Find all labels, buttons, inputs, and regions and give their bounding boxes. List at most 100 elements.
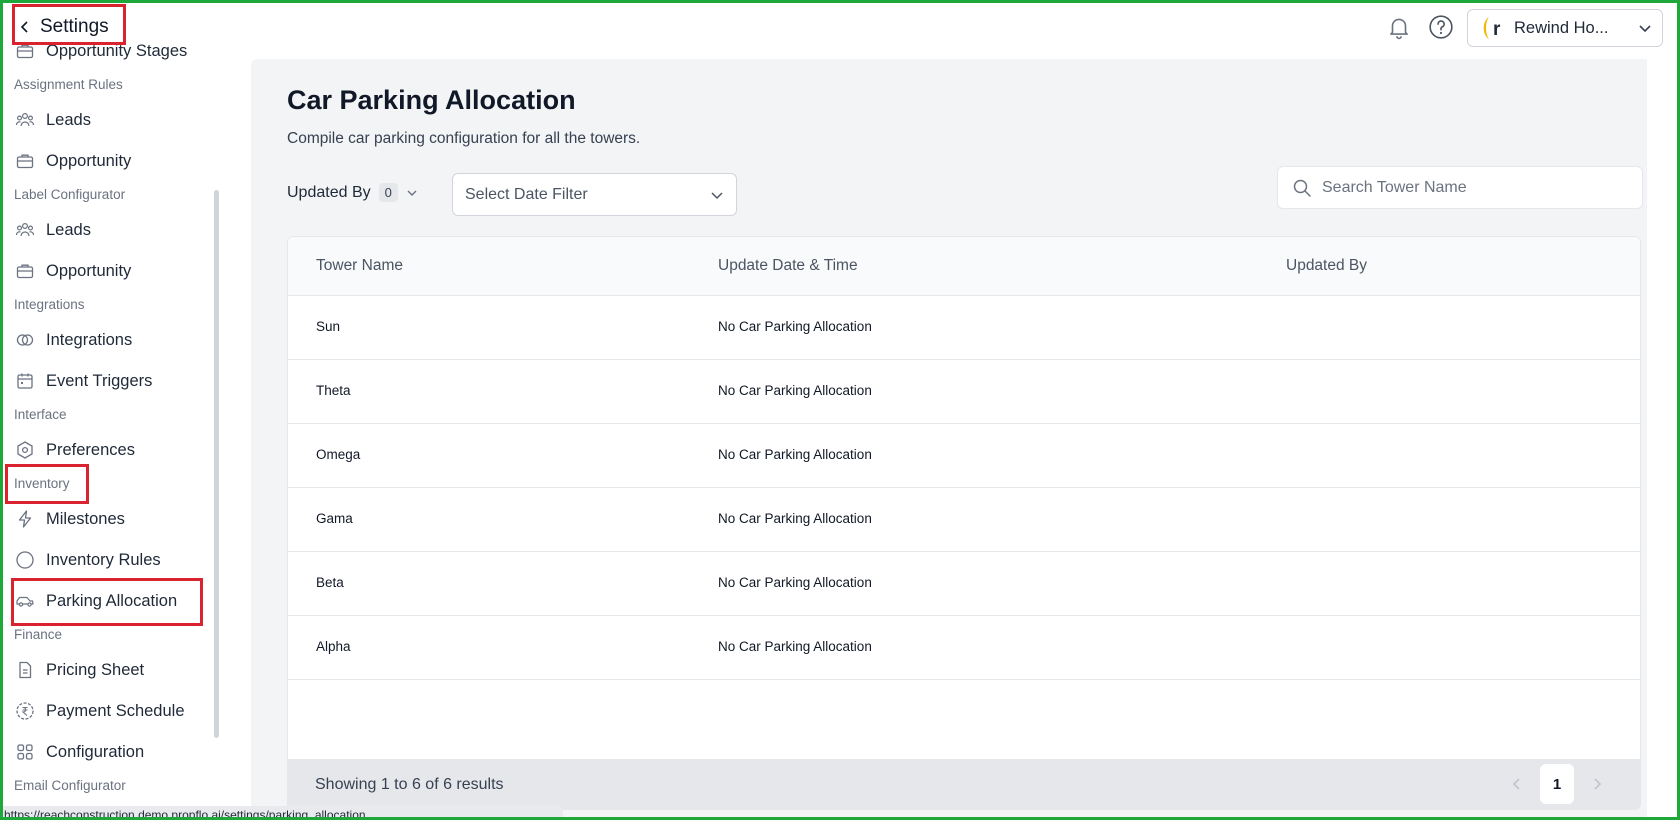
sidebar-item-parking-allocation[interactable]: Parking Allocation: [14, 584, 204, 618]
table-header: Tower Name Update Date & Time Updated By: [288, 237, 1640, 296]
users-icon: [14, 109, 36, 131]
sidebar-item-milestones[interactable]: Milestones: [14, 502, 204, 536]
sidebar-item-opportunity[interactable]: Opportunity: [14, 254, 204, 288]
chevron-down-icon: [711, 191, 723, 199]
next-page-icon[interactable]: [1588, 775, 1606, 793]
bell-icon[interactable]: [1386, 14, 1412, 40]
sidebar-item-opportunity[interactable]: Opportunity: [14, 144, 204, 178]
section-label-assignment-rules: Assignment Rules: [14, 77, 123, 92]
sidebar-item-preferences[interactable]: Preferences: [14, 433, 204, 467]
org-name: Rewind Ho...: [1514, 18, 1609, 37]
hexagon-settings-icon: [14, 439, 36, 461]
sidebar-item-integrations[interactable]: Integrations: [14, 323, 204, 357]
chevron-down-icon: [407, 190, 417, 196]
date-filter-placeholder: Select Date Filter: [465, 185, 588, 203]
page-button-current[interactable]: 1: [1540, 764, 1574, 804]
sidebar-item-label: Pricing Sheet: [46, 660, 145, 679]
search-icon: [1293, 179, 1311, 197]
lightning-icon: [14, 508, 36, 530]
cell-tower-name: Beta: [316, 575, 344, 590]
previous-page-icon[interactable]: [1508, 775, 1526, 793]
section-label-label-configurator: Label Configurator: [14, 187, 126, 202]
users-icon: [14, 219, 36, 241]
table-row[interactable]: Alpha No Car Parking Allocation: [288, 616, 1640, 680]
circle-icon: [14, 549, 36, 571]
updated-by-label: Updated By: [287, 183, 371, 201]
pagination-controls: 1: [1508, 764, 1606, 804]
date-filter-select[interactable]: Select Date Filter: [452, 173, 737, 216]
chevron-left-icon: [20, 21, 28, 33]
briefcase-icon: [14, 150, 36, 172]
cell-tower-name: Sun: [316, 319, 341, 334]
sidebar-item-label: Preferences: [46, 440, 135, 459]
search-tower-box: [1277, 166, 1643, 209]
cell-update-date: No Car Parking Allocation: [718, 319, 872, 334]
cell-update-date: No Car Parking Allocation: [718, 383, 872, 398]
cell-update-date: No Car Parking Allocation: [718, 447, 872, 462]
link-circles-icon: [14, 329, 36, 351]
table-row[interactable]: Beta No Car Parking Allocation: [288, 552, 1640, 616]
table-row[interactable]: Omega No Car Parking Allocation: [288, 424, 1640, 488]
briefcase-icon: [14, 40, 36, 62]
svg-text:r: r: [1493, 19, 1501, 40]
cell-update-date: No Car Parking Allocation: [718, 575, 872, 590]
column-header-updated-by: Updated By: [1286, 257, 1367, 274]
sidebar-item-leads[interactable]: Leads: [14, 213, 204, 247]
section-label-finance: Finance: [14, 627, 63, 642]
sidebar-item-opportunity-stages[interactable]: Opportunity Stages: [14, 34, 204, 68]
column-header-tower-name: Tower Name: [316, 257, 403, 274]
sidebar-item-event-triggers[interactable]: Event Triggers: [14, 364, 204, 398]
help-icon[interactable]: [1428, 14, 1454, 40]
results-summary: Showing 1 to 6 of 6 results: [315, 776, 504, 793]
table-row[interactable]: Theta No Car Parking Allocation: [288, 360, 1640, 424]
sidebar-scrollbar[interactable]: [214, 190, 219, 738]
document-icon: [14, 659, 36, 681]
table-row[interactable]: Gama No Car Parking Allocation: [288, 488, 1640, 552]
sidebar-item-label: Event Triggers: [46, 371, 153, 390]
sidebar-item-label: Inventory Rules: [46, 550, 161, 569]
sidebar-item-payment-schedule[interactable]: Payment Schedule: [14, 694, 204, 728]
chevron-down-icon: [1639, 25, 1651, 33]
page-subtitle: Compile car parking configuration for al…: [287, 130, 641, 147]
grid-icon: [14, 741, 36, 763]
table-row[interactable]: Sun No Car Parking Allocation: [288, 296, 1640, 360]
sidebar-item-label: Leads: [46, 220, 91, 239]
sidebar-item-label: Opportunity Stages: [46, 41, 188, 60]
calendar-icon: [14, 370, 36, 392]
settings-sidebar: Settings Opportunity Stages Assignment Ru…: [0, 0, 250, 820]
organization-switcher[interactable]: r Rewind Ho...: [1467, 9, 1663, 47]
sidebar-item-label: Parking Allocation: [46, 591, 178, 610]
column-header-update-date: Update Date & Time: [718, 257, 858, 274]
section-label-integrations: Integrations: [14, 297, 85, 312]
sidebar-item-configuration[interactable]: Configuration: [14, 735, 204, 769]
sidebar-item-label: Opportunity: [46, 261, 132, 280]
cell-tower-name: Alpha: [316, 639, 351, 654]
tower-table: Tower Name Update Date & Time Updated By…: [287, 236, 1641, 810]
sidebar-item-inventory-rules[interactable]: Inventory Rules: [14, 543, 204, 577]
updated-by-filter[interactable]: Updated By 0: [287, 183, 418, 202]
main-content: Car Parking Allocation Compile car parki…: [251, 59, 1647, 820]
browser-status-url: https://reachconstruction.demo.propflo.a…: [0, 806, 563, 820]
sidebar-item-label: Milestones: [46, 509, 125, 528]
section-label-inventory: Inventory: [14, 476, 70, 491]
cell-update-date: No Car Parking Allocation: [718, 511, 872, 526]
sidebar-item-label: Integrations: [46, 330, 133, 349]
updated-by-count-badge: 0: [378, 183, 398, 202]
cell-tower-name: Gama: [316, 511, 353, 526]
section-label-email-configurator: Email Configurator: [14, 778, 126, 793]
car-icon: [14, 590, 36, 612]
cell-tower-name: Omega: [316, 447, 361, 462]
sidebar-item-label: Opportunity: [46, 151, 132, 170]
sidebar-item-leads[interactable]: Leads: [14, 103, 204, 137]
cell-update-date: No Car Parking Allocation: [718, 639, 872, 654]
pagination-bar: Showing 1 to 6 of 6 results 1: [288, 759, 1640, 809]
section-label-interface: Interface: [14, 407, 67, 422]
sidebar-item-label: Payment Schedule: [46, 701, 185, 720]
search-tower-input[interactable]: [1322, 178, 1628, 197]
cell-tower-name: Theta: [316, 383, 351, 398]
sidebar-item-pricing-sheet[interactable]: Pricing Sheet: [14, 653, 204, 687]
rupee-circle-icon: [14, 700, 36, 722]
sidebar-item-label: Configuration: [46, 742, 145, 761]
page-title: Car Parking Allocation: [287, 85, 576, 115]
sidebar-item-label: Leads: [46, 110, 91, 129]
